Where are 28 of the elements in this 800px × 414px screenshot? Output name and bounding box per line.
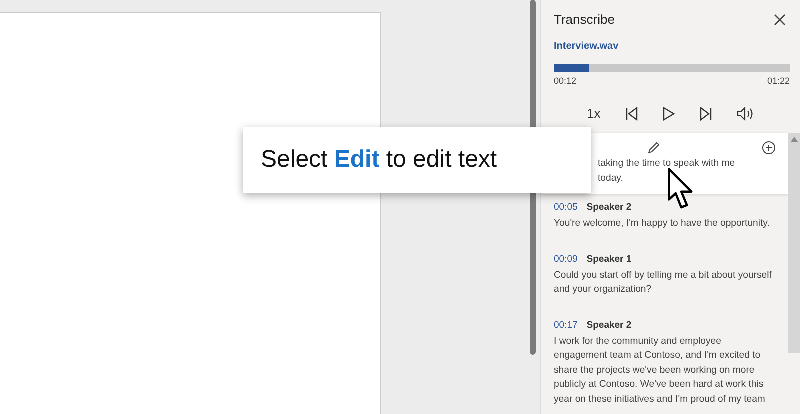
transcript-entry[interactable]: 00:05 Speaker 2 You're welcome, I'm happy to have the opportunity. [542, 194, 788, 246]
transcript-text: You're welcome, I'm happy to have the opportunity. [554, 217, 771, 231]
speaker-name: Speaker 2 [586, 202, 632, 213]
speaker-name: Speaker 1 [586, 254, 632, 264]
pointer-icon [668, 168, 695, 210]
volume-icon[interactable] [736, 106, 755, 120]
play-icon[interactable] [662, 106, 675, 120]
timestamp-link[interactable]: 00:05 [554, 202, 578, 213]
progress-track[interactable] [554, 64, 790, 72]
transcript-text: Could you start off by telling me a bit about yourself and your organization? [554, 268, 773, 297]
transcript-text: taking the time to speak with me today. [598, 157, 736, 186]
transcript-entry[interactable]: 00:09 Speaker 1 Could you start off by telling me a bit about yourself and your organization? [542, 246, 788, 312]
file-link[interactable]: Interview.wav [554, 41, 800, 52]
panel-title: Transcribe [554, 12, 615, 27]
scrollbar[interactable] [788, 133, 800, 353]
timestamp-link[interactable]: 00:17 [554, 320, 578, 330]
speed-button[interactable]: 1x [587, 106, 601, 121]
speaker-name: Speaker 2 [586, 320, 632, 330]
pencil-icon[interactable] [648, 142, 660, 154]
timestamp-link[interactable]: 00:09 [554, 254, 578, 264]
callout-text: Select Edit to edit text [261, 146, 498, 174]
transcript-text: I work for the community and employee engagement team at Contoso, and I'm excited to share the projects we've been working on more publicly at Contoso. We've been hard at work this year on these initiatives and I'm proud of my team [554, 334, 766, 406]
skip-forward-icon[interactable] [698, 106, 713, 120]
total-time: 01:22 [767, 76, 790, 86]
add-icon[interactable] [762, 141, 776, 155]
close-icon[interactable] [774, 14, 786, 26]
elapsed-time: 00:12 [554, 76, 577, 86]
skip-back-icon[interactable] [624, 106, 639, 120]
